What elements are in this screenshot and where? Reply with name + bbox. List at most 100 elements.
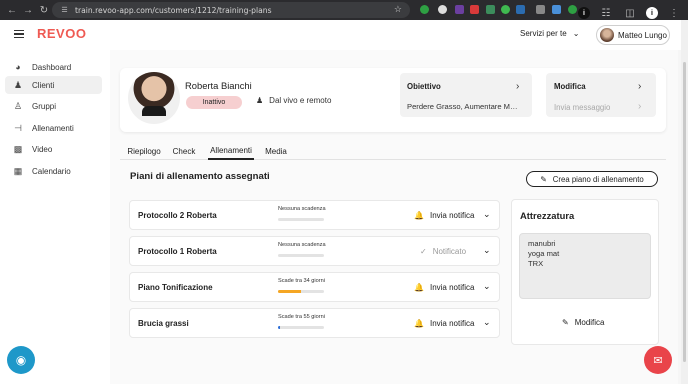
user-menu[interactable]: Matteo Lungo xyxy=(596,25,670,45)
extension-icon[interactable] xyxy=(455,5,464,14)
create-plan-button[interactable]: ✎ Crea piano di allenamento xyxy=(526,171,658,187)
chevron-right-icon: › xyxy=(638,101,642,112)
extension-icon[interactable] xyxy=(536,5,545,14)
url-text: train.revoo-app.com/customers/1212/train… xyxy=(75,5,272,15)
plan-name: Brucia grassi xyxy=(138,319,189,328)
extension-icon[interactable] xyxy=(438,5,447,14)
client-profile-card: Roberta Bianchi Inattivo ♟ Dal vivo e re… xyxy=(120,68,666,132)
chevron-down-icon[interactable]: ⌄ xyxy=(483,317,491,328)
extension-icon[interactable] xyxy=(516,5,525,14)
extension-icon[interactable] xyxy=(552,5,561,14)
objective-card[interactable]: Obiettivo Perdere Grasso, Aumentare Mass… xyxy=(400,73,532,117)
plan-card[interactable]: Brucia grassi Scade tra 55 giorni 🔔 Invi… xyxy=(129,308,500,338)
sidebar-item-label: Allenamenti xyxy=(32,123,74,133)
sidebar-item-calendario[interactable]: ▦ Calendario xyxy=(5,162,102,180)
sidebar-item-label: Video xyxy=(32,144,53,154)
edit-equipment-button[interactable]: ✎ Modifica xyxy=(562,318,605,327)
send-notification-button[interactable]: 🔔 Invia notifica xyxy=(414,211,474,220)
user-name: Matteo Lungo xyxy=(618,30,667,40)
hamburger-menu-icon[interactable] xyxy=(14,30,24,38)
chevron-down-icon[interactable]: ⌄ xyxy=(483,281,491,292)
plan-card[interactable]: Piano Tonificazione Scade tra 34 giorni … xyxy=(129,272,500,302)
user-icon: ♟ xyxy=(256,96,264,105)
bookmark-star-icon[interactable]: ☆ xyxy=(394,4,402,15)
scrollbar-thumb[interactable] xyxy=(683,62,686,362)
chevron-down-icon[interactable]: ⌄ xyxy=(483,209,491,220)
sidebar-item-dashboard[interactable]: ◕ Dashboard xyxy=(5,58,102,76)
sidebar-item-video[interactable]: ▩ Video xyxy=(5,140,102,158)
account-icon[interactable]: i xyxy=(646,7,658,19)
group-icon: ♙ xyxy=(13,100,23,111)
app-logo[interactable]: REVOO xyxy=(37,26,86,41)
messages-icon[interactable]: ✉ xyxy=(644,346,672,374)
objective-value: Perdere Grasso, Aumentare Massa Muscolar… xyxy=(407,102,519,111)
calendar-icon: ▦ xyxy=(13,165,23,176)
status-badge: Inattivo xyxy=(186,96,242,109)
equipment-card: Attrezzatura manubri yoga mat TRX ✎ Modi… xyxy=(511,199,659,345)
extension-icon[interactable] xyxy=(486,5,495,14)
send-notification-label: Invia notifica xyxy=(429,283,475,292)
app-header: REVOO Servizi per te ⌄ Matteo Lungo xyxy=(0,20,688,50)
send-notification-label: Invia notifica xyxy=(429,319,475,328)
plan-progress-bar xyxy=(278,254,324,257)
chevron-down-icon[interactable]: ⌄ xyxy=(483,245,491,256)
tab-allenamenti[interactable]: Allenamenti xyxy=(208,142,254,160)
reload-icon[interactable]: ↻ xyxy=(36,0,52,20)
services-dropdown[interactable]: Servizi per te ⌄ xyxy=(520,29,579,38)
chevron-down-icon: ⌄ xyxy=(572,29,580,38)
tab-check[interactable]: Check xyxy=(171,142,197,160)
sidebar-item-allenamenti[interactable]: ⊣ Allenamenti xyxy=(5,119,102,137)
extension-icon[interactable] xyxy=(420,5,429,14)
extension-icon[interactable] xyxy=(470,5,479,14)
equipment-textarea[interactable]: manubri yoga mat TRX xyxy=(519,233,651,299)
create-plan-label: Crea piano di allenamento xyxy=(552,174,644,184)
browser-toolbar: ← → ↻ ☰ train.revoo-app.com/customers/12… xyxy=(0,0,688,20)
tab-riepilogo[interactable]: Riepilogo xyxy=(126,142,162,160)
pencil-icon: ✎ xyxy=(540,174,547,184)
send-message-button[interactable]: Invia messaggio xyxy=(554,103,610,112)
scrollbar[interactable] xyxy=(681,20,688,384)
plan-progress-bar xyxy=(278,326,324,329)
client-name: Roberta Bianchi xyxy=(185,80,252,91)
check-icon: ✓ xyxy=(420,247,427,256)
equipment-item: TRX xyxy=(528,259,544,268)
objective-title: Obiettivo xyxy=(407,82,441,91)
profile-icon[interactable]: i xyxy=(578,7,590,19)
plan-name: Protocollo 1 Roberta xyxy=(138,247,217,256)
services-label: Servizi per te xyxy=(520,29,567,38)
film-icon: ▩ xyxy=(13,143,23,154)
plan-progress-bar xyxy=(278,218,324,221)
send-notification-button[interactable]: 🔔 Invia notifica xyxy=(414,283,474,292)
pencil-icon: ✎ xyxy=(562,318,569,327)
plan-card[interactable]: Protocollo 1 Roberta Nessuna scadenza ✓ … xyxy=(129,236,500,266)
plan-expiry: Nessuna scadenza xyxy=(278,242,326,248)
send-notification-label: Invia notifica xyxy=(429,211,475,220)
sidebar-item-gruppi[interactable]: ♙ Gruppi xyxy=(5,97,102,115)
plan-expiry: Scade tra 55 giorni xyxy=(278,314,325,320)
sidebar-item-label: Dashboard xyxy=(32,62,72,72)
equipment-title: Attrezzatura xyxy=(520,210,575,221)
forward-icon[interactable]: → xyxy=(20,0,36,20)
profile-tabs: Riepilogo Check Allenamenti Media xyxy=(120,142,666,160)
plan-expiry: Scade tra 34 giorni xyxy=(278,278,325,284)
training-mode-label: Dal vivo e remoto xyxy=(269,96,332,105)
address-bar[interactable]: ☰ train.revoo-app.com/customers/1212/tra… xyxy=(52,2,410,18)
site-info-icon[interactable]: ☰ xyxy=(60,6,69,14)
extension-icon[interactable] xyxy=(501,5,510,14)
chevron-right-icon: › xyxy=(516,81,520,92)
back-icon[interactable]: ← xyxy=(4,0,20,20)
sidebar-item-label: Gruppi xyxy=(32,101,57,111)
app-root: REVOO Servizi per te ⌄ Matteo Lungo ◕ Da… xyxy=(0,20,688,384)
equipment-item: yoga mat xyxy=(528,249,560,258)
edit-equipment-label: Modifica xyxy=(574,318,605,327)
tab-media[interactable]: Media xyxy=(264,142,288,160)
chat-support-icon[interactable]: ◉ xyxy=(7,346,35,374)
extension-icon[interactable] xyxy=(568,5,577,14)
plan-card[interactable]: Protocollo 2 Roberta Nessuna scadenza 🔔 … xyxy=(129,200,500,230)
bell-icon: 🔔 xyxy=(414,283,424,292)
edit-client-button[interactable]: Modifica xyxy=(554,82,586,91)
avatar xyxy=(600,28,614,42)
sidebar-item-clienti[interactable]: ♟ Clienti xyxy=(5,76,102,94)
plan-name: Protocollo 2 Roberta xyxy=(138,211,217,220)
send-notification-button[interactable]: 🔔 Invia notifica xyxy=(414,319,474,328)
